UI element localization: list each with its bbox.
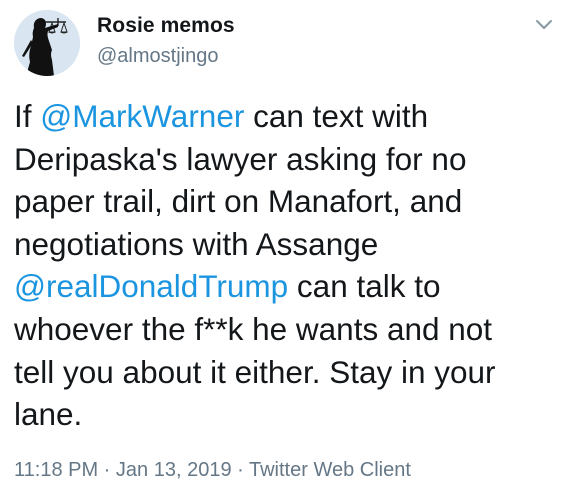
author-display-name[interactable]: Rosie memos — [97, 14, 235, 38]
tweet-card: Rosie memos @almostjingo If @MarkWarner … — [0, 0, 568, 500]
tweet-line: paper trail, dirt on Manafort, and — [14, 183, 463, 220]
tweet-line: negotiations with Assange — [14, 225, 379, 262]
tweet-text-segment: can text with — [244, 98, 429, 134]
tweet-line: Deripaska's lawyer asking for no — [14, 140, 467, 177]
tweet-line: tell you about it either. Stay in your — [14, 353, 496, 390]
tweet-date[interactable]: Jan 13, 2019 — [116, 459, 232, 481]
tweet-metadata: 11:18 PM · Jan 13, 2019 · Twitter Web Cl… — [14, 459, 411, 482]
tweet-source[interactable]: Twitter Web Client — [249, 459, 411, 481]
tweet-text-segment: If — [14, 98, 41, 134]
tweet-text-segment: can talk to — [288, 268, 441, 305]
tweet-time[interactable]: 11:18 PM — [14, 459, 98, 481]
lady-justice-icon — [14, 10, 80, 76]
tweet-text: If @MarkWarner can text with Deripaska's… — [14, 95, 554, 436]
avatar[interactable] — [14, 10, 80, 76]
mention-link-realdonaldtrump[interactable]: @realDonaldTrump — [14, 268, 288, 304]
meta-separator: · — [98, 459, 116, 481]
chevron-down-icon[interactable] — [534, 18, 554, 32]
mention-link-markwarner[interactable]: @MarkWarner — [40, 98, 244, 134]
tweet-line: If @MarkWarner can text with — [14, 95, 554, 138]
tweet-line: @realDonaldTrump can talk to — [14, 265, 554, 308]
tweet-line: lane. — [14, 396, 83, 433]
tweet-line: whoever the f**k he wants and not — [14, 310, 493, 347]
author-handle[interactable]: @almostjingo — [97, 45, 218, 68]
meta-separator: · — [231, 459, 249, 481]
